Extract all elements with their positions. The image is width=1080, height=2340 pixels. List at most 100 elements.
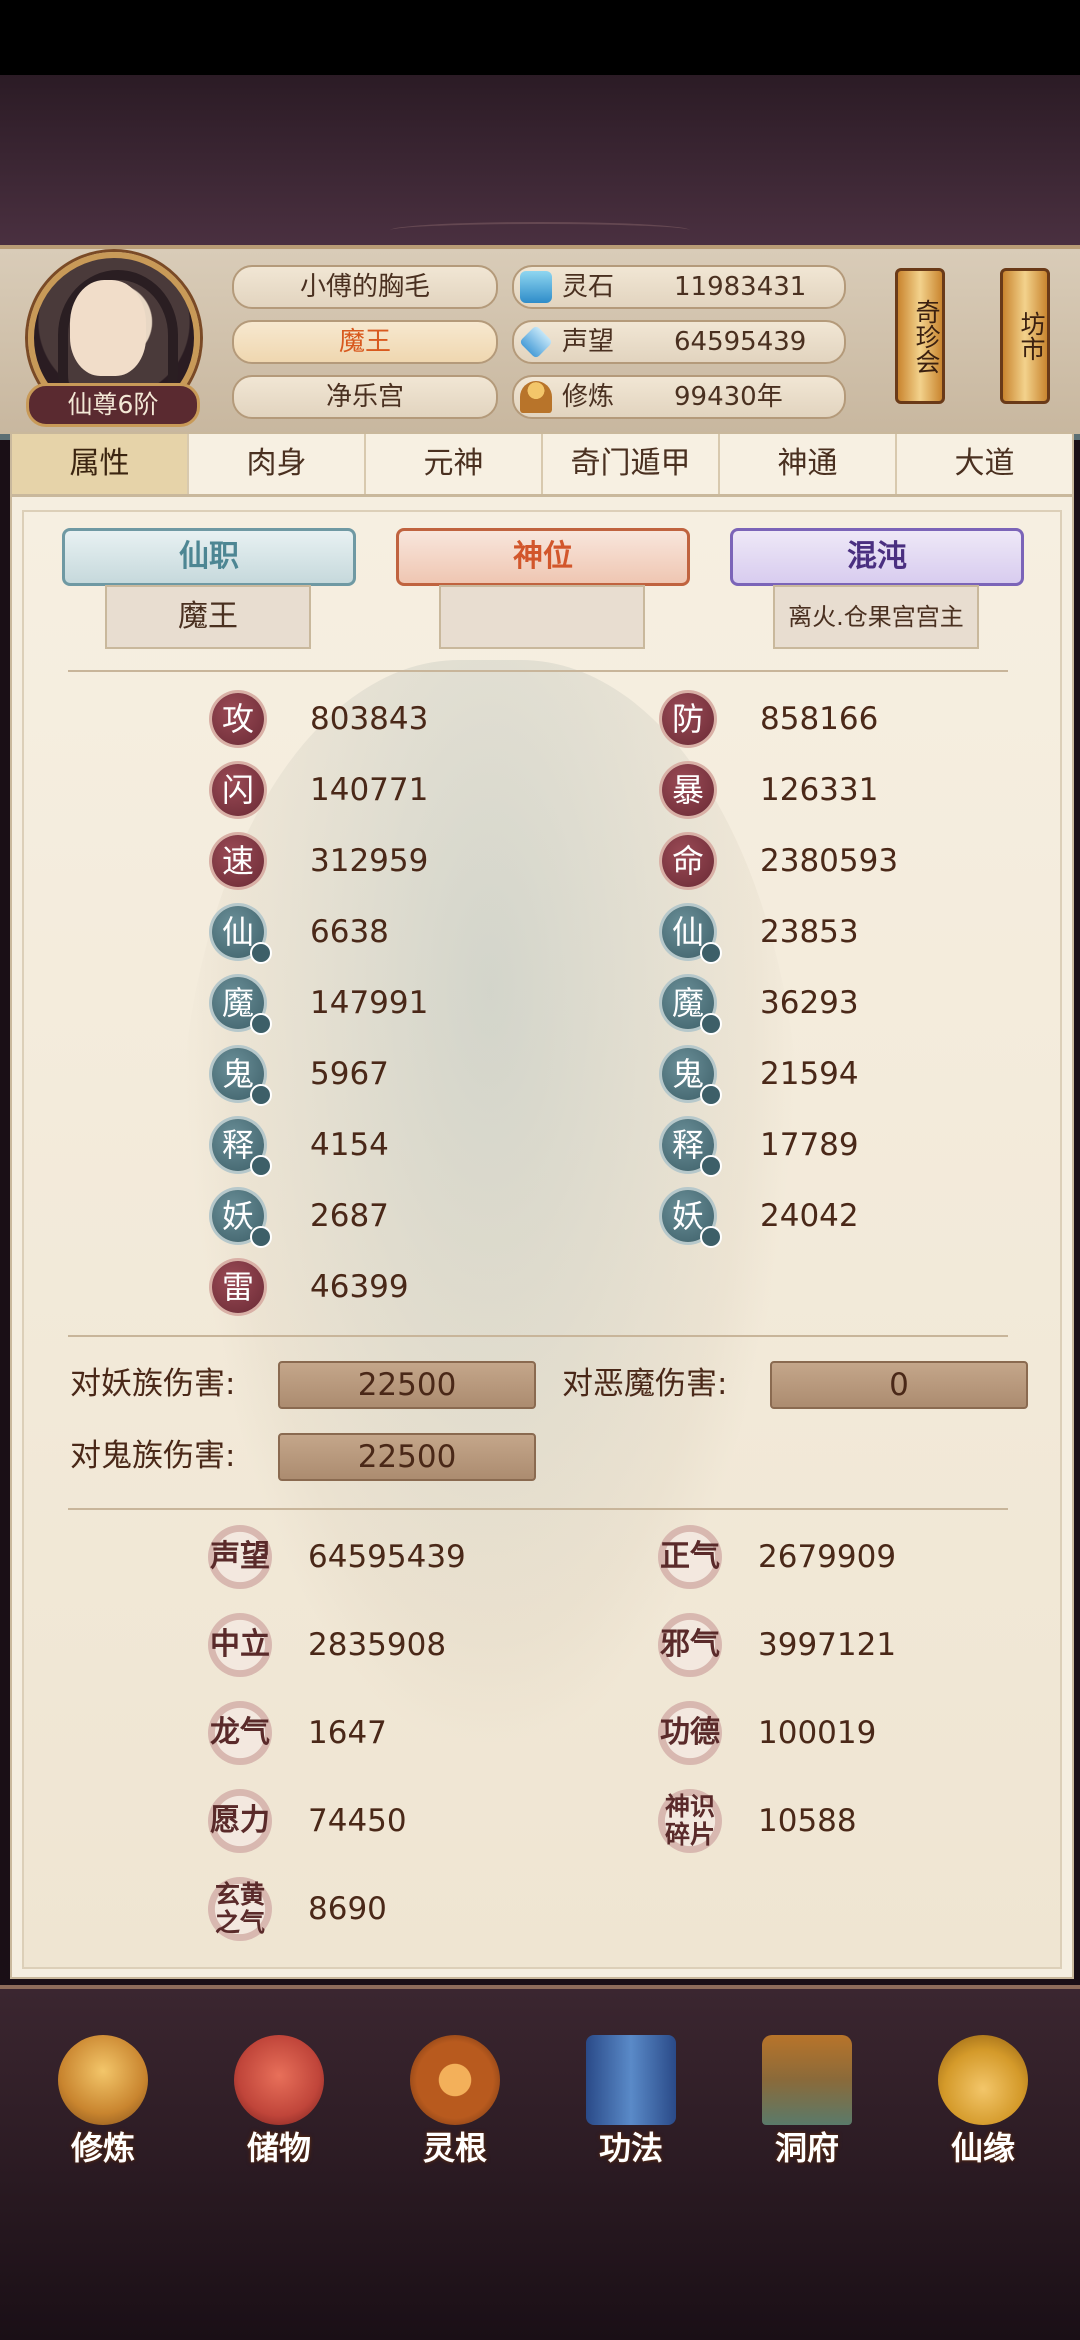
nav-label: 储物 <box>246 2129 311 2167</box>
nav-cultivation[interactable]: 修炼 <box>38 2035 168 2167</box>
special-value: 100019 <box>758 1715 877 1751</box>
stat-health: 命 2380593 <box>662 835 962 887</box>
resource-reputation: 声望 64595439 <box>512 320 846 364</box>
special-value: 3997121 <box>758 1627 897 1663</box>
tab-body[interactable]: 肉身 <box>189 434 366 494</box>
meditation-icon <box>520 381 552 413</box>
stat-value: 17789 <box>760 1127 859 1163</box>
stat-demon-attack: 魔 147991 <box>212 977 512 1035</box>
stat-value: 312959 <box>310 843 429 879</box>
stat-value: 147991 <box>310 985 429 1021</box>
special-merit: 功德 100019 <box>658 1701 958 1765</box>
market-label: 坊市 <box>1017 311 1046 361</box>
special-value: 8690 <box>308 1891 387 1927</box>
divider <box>68 1508 1008 1510</box>
chaos-banner: 混沌 <box>730 528 1024 586</box>
tab-abilities[interactable]: 神通 <box>720 434 897 494</box>
stat-value: 6638 <box>310 914 389 950</box>
attack-badge-icon <box>250 942 272 964</box>
gourd-icon <box>938 2035 1028 2125</box>
attack-icon: 攻 <box>212 693 264 745</box>
stat-value: 126331 <box>760 772 879 808</box>
damage-vs-monsters-label: 对妖族伤害: <box>70 1366 236 1402</box>
resource-value: 99430年 <box>674 382 783 412</box>
market-button[interactable]: 坊市 <box>1000 268 1050 404</box>
righteous-qi-icon: 正气 <box>658 1525 722 1589</box>
reputation-crystal-icon <box>519 325 553 359</box>
evil-qi-icon: 邪气 <box>658 1613 722 1677</box>
spirit-stone-icon <box>520 271 552 303</box>
nav-technique[interactable]: 功法 <box>566 2035 696 2167</box>
stat-immortal-defense: 仙 23853 <box>662 906 962 964</box>
xuanhuang-qi-icon: 玄黄 之气 <box>208 1877 272 1941</box>
damage-vs-demons-label: 对恶魔伤害: <box>562 1366 728 1402</box>
resource-label: 修炼 <box>562 382 615 412</box>
stat-speed: 速 312959 <box>212 835 512 887</box>
damage-vs-monsters-value: 22500 <box>278 1361 536 1409</box>
nav-fate[interactable]: 仙缘 <box>918 2035 1048 2167</box>
player-sect: 净乐宫 <box>232 375 498 419</box>
shield-badge-icon <box>700 1226 722 1248</box>
shield-badge-icon <box>700 942 722 964</box>
stat-thunder: 雷 46399 <box>212 1261 512 1313</box>
stat-monster-attack: 妖 2687 <box>212 1190 512 1248</box>
resource-label: 声望 <box>562 327 615 357</box>
nav-label: 灵根 <box>422 2129 487 2167</box>
nav-label: 洞府 <box>774 2129 839 2167</box>
special-dragon-qi: 龙气 1647 <box>208 1701 508 1765</box>
stat-attack: 攻 803843 <box>212 693 512 745</box>
dragon-qi-icon: 龙气 <box>208 1701 272 1765</box>
reputation-icon: 声望 <box>208 1525 272 1589</box>
stat-value: 2687 <box>310 1198 389 1234</box>
divine-rank-value <box>439 585 645 649</box>
stat-value: 5967 <box>310 1056 389 1092</box>
special-value: 2835908 <box>308 1627 447 1663</box>
stat-critical: 暴 126331 <box>662 764 962 816</box>
stat-buddha-defense: 释 17789 <box>662 1119 962 1177</box>
special-evil-qi: 邪气 3997121 <box>658 1613 958 1677</box>
nav-cave[interactable]: 洞府 <box>742 2035 872 2167</box>
stat-value: 858166 <box>760 701 879 737</box>
attribute-tabs: 属性 肉身 元神 奇门遁甲 神通 大道 <box>10 432 1074 496</box>
damage-vs-ghosts-label: 对鬼族伤害: <box>70 1438 236 1474</box>
nav-storage[interactable]: 储物 <box>214 2035 344 2167</box>
neutral-icon: 中立 <box>208 1613 272 1677</box>
tab-qimen[interactable]: 奇门遁甲 <box>543 434 720 494</box>
damage-vs-ghosts-value: 22500 <box>278 1433 536 1481</box>
stat-demon-defense: 魔 36293 <box>662 977 962 1035</box>
tab-spirit[interactable]: 元神 <box>366 434 543 494</box>
tab-dao[interactable]: 大道 <box>897 434 1072 494</box>
spirit-root-icon <box>410 2035 500 2125</box>
special-righteous-qi: 正气 2679909 <box>658 1525 958 1589</box>
tab-attributes[interactable]: 属性 <box>12 434 189 494</box>
wish-power-icon: 愿力 <box>208 1789 272 1853</box>
special-value: 2679909 <box>758 1539 897 1575</box>
chaos-value: 离火.仓果宫宫主 <box>773 585 979 649</box>
treasure-auction-button[interactable]: 奇珍会 <box>895 268 945 404</box>
divider <box>68 670 1008 672</box>
cave-dwelling-icon <box>762 2035 852 2125</box>
immortal-post-value: 魔王 <box>105 585 311 649</box>
status-bar <box>0 0 1080 75</box>
stat-ghost-defense: 鬼 21594 <box>662 1048 962 1106</box>
divine-rank-banner: 神位 <box>396 528 690 586</box>
shield-badge-icon <box>700 1013 722 1035</box>
soul-fragment-icon: 神识 碎片 <box>658 1789 722 1853</box>
special-value: 74450 <box>308 1803 407 1839</box>
special-value: 1647 <box>308 1715 387 1751</box>
resource-value: 11983431 <box>674 272 807 302</box>
immortal-post-banner: 仙职 <box>62 528 356 586</box>
nav-label: 功法 <box>598 2129 663 2167</box>
shield-badge-icon <box>700 1155 722 1177</box>
nav-label: 修炼 <box>70 2129 135 2167</box>
stat-monster-defense: 妖 24042 <box>662 1190 962 1248</box>
player-title: 魔王 <box>232 320 498 364</box>
attack-badge-icon <box>250 1155 272 1177</box>
special-wish-power: 愿力 74450 <box>208 1789 508 1853</box>
special-neutral: 中立 2835908 <box>208 1613 508 1677</box>
chaos-label: 混沌 <box>847 539 907 574</box>
attack-badge-icon <box>250 1013 272 1035</box>
stat-dodge: 闪 140771 <box>212 764 512 816</box>
nav-spirit-root[interactable]: 灵根 <box>390 2035 520 2167</box>
stat-value: 21594 <box>760 1056 859 1092</box>
